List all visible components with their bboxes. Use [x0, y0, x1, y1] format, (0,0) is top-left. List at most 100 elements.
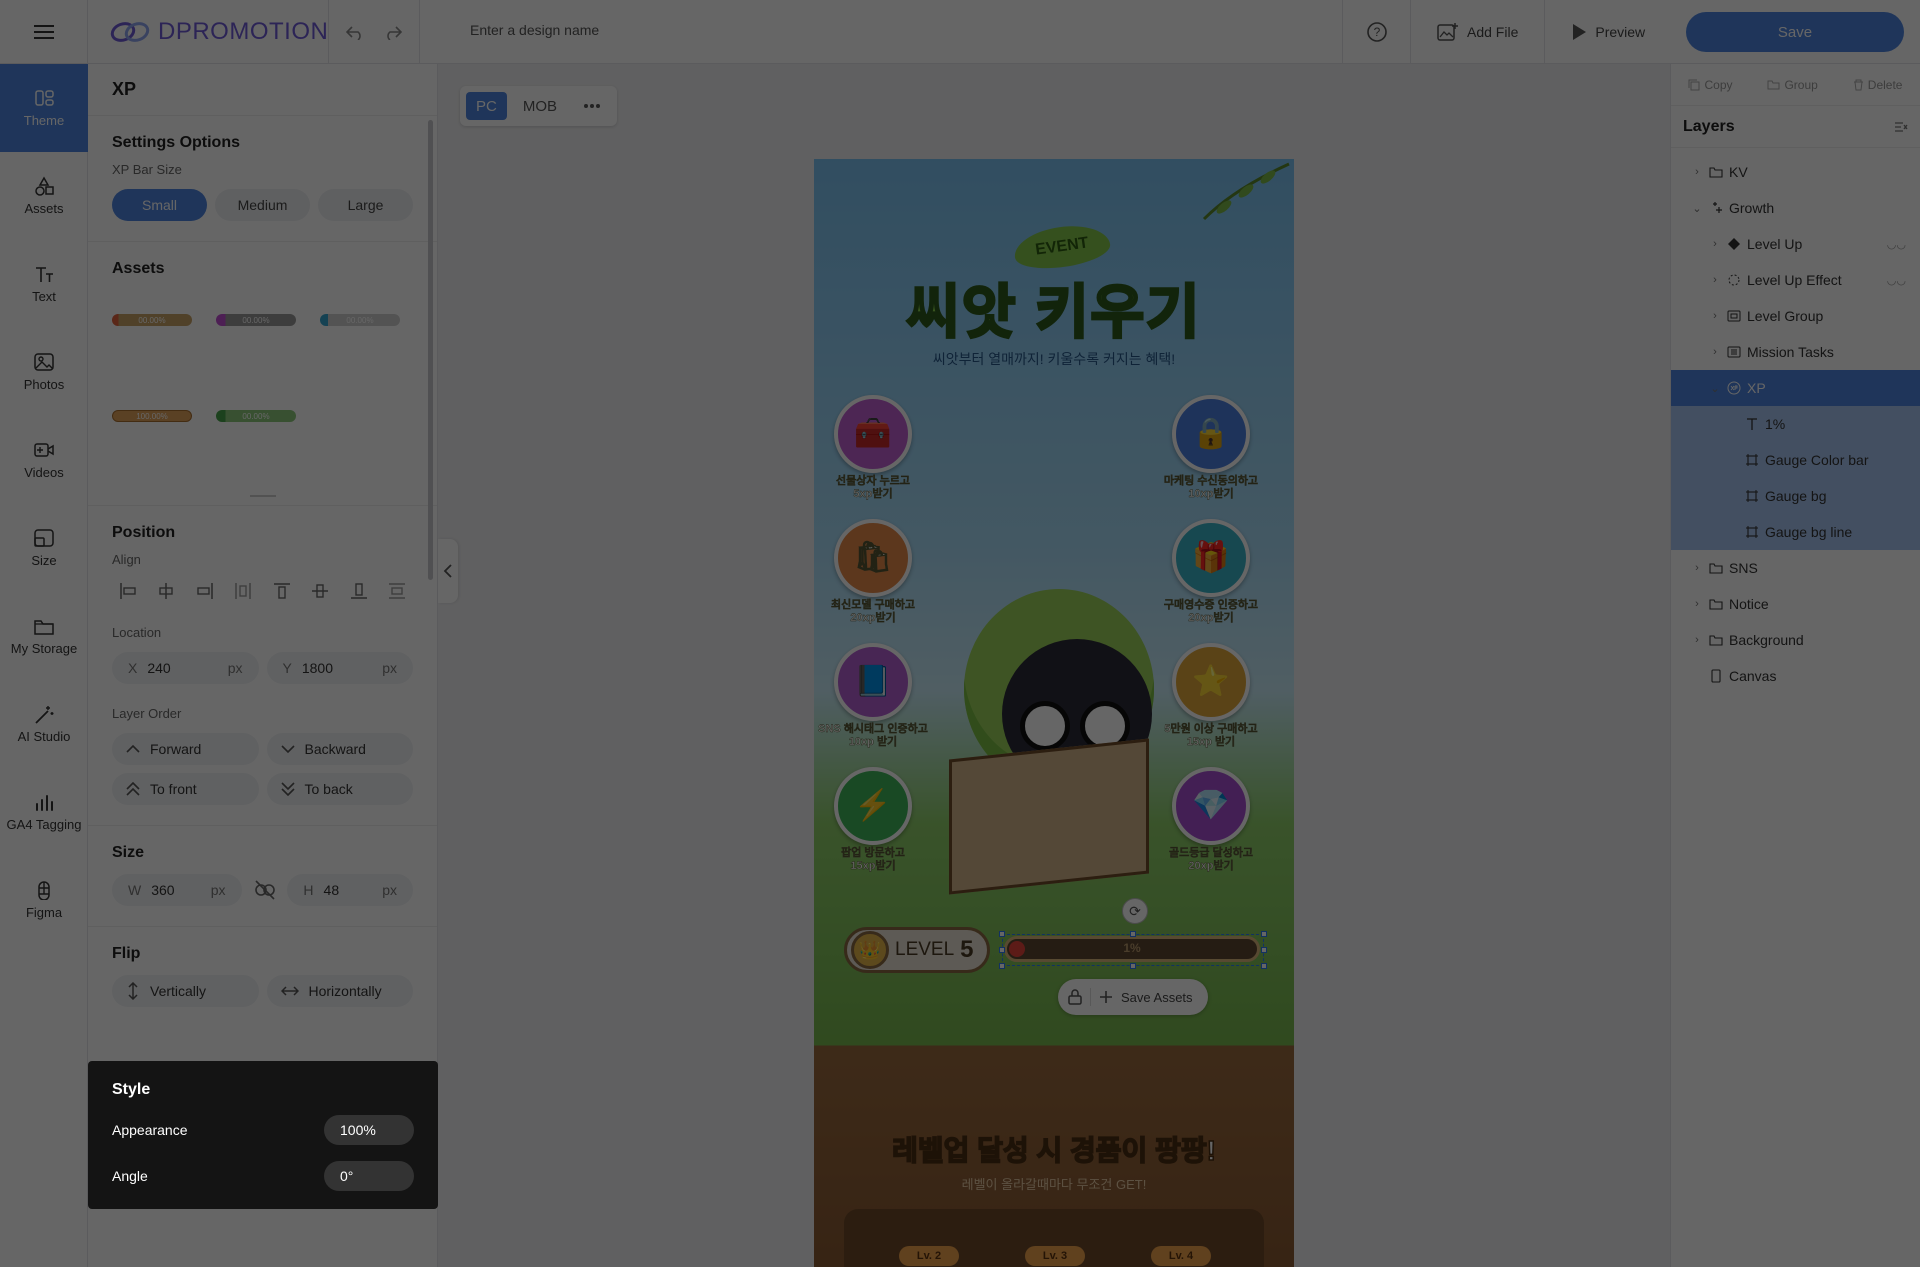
resize-handle-b[interactable]: [1130, 963, 1136, 969]
x-input[interactable]: X 240 px: [112, 652, 259, 684]
layer-level-up-effect[interactable]: › Level Up Effect ◡◡: [1671, 262, 1920, 298]
eye-closed-icon[interactable]: ◡◡: [1887, 274, 1906, 287]
chevron-right-icon[interactable]: ›: [1709, 346, 1721, 358]
group-button[interactable]: Group: [1767, 78, 1818, 92]
rail-item-my-storage[interactable]: My Storage: [0, 592, 88, 680]
resize-handle[interactable]: [250, 495, 276, 497]
align-right-icon[interactable]: [195, 581, 215, 601]
align-left-icon[interactable]: [118, 581, 138, 601]
rail-item-photos[interactable]: Photos: [0, 328, 88, 416]
eye-closed-icon[interactable]: ◡◡: [1887, 238, 1906, 251]
distribute-h-icon[interactable]: [233, 581, 253, 601]
chevron-right-icon[interactable]: ›: [1691, 634, 1703, 646]
y-input[interactable]: Y 1800 px: [266, 652, 413, 684]
layer-sns[interactable]: › SNS: [1671, 550, 1920, 586]
resize-handle-r[interactable]: [1261, 947, 1267, 953]
mission-item[interactable]: 📘 SNS 해시태그 인증하고 10xp 받기: [814, 643, 934, 749]
chevron-right-icon[interactable]: ›: [1691, 562, 1703, 574]
layer-gauge-bg-line[interactable]: Gauge bg line: [1671, 514, 1920, 550]
rail-item-text[interactable]: Text: [0, 240, 88, 328]
flip-vertical-button[interactable]: Vertically: [112, 975, 259, 1007]
layer-xp[interactable]: ⌄ XP: [1671, 370, 1920, 406]
mission-item[interactable]: ⭐ 5만원 이상 구매하고 15xp 받기: [1150, 643, 1272, 749]
resize-handle-tr[interactable]: [1261, 931, 1267, 937]
rail-item-assets[interactable]: Assets: [0, 152, 88, 240]
unlink-icon[interactable]: [252, 877, 278, 903]
resize-handle-l[interactable]: [999, 947, 1005, 953]
rail-item-ai-studio[interactable]: AI Studio: [0, 680, 88, 768]
panel-scrollbar[interactable]: [428, 120, 433, 580]
align-center-h-icon[interactable]: [156, 581, 176, 601]
mission-item[interactable]: 💎 골드등급 달성하고 20xp받기: [1150, 767, 1272, 873]
artboard[interactable]: EVENT 씨앗 키우기 씨앗부터 열매까지! 키울수록 커지는 혜택! 🧰 선물…: [814, 159, 1294, 1267]
chevron-right-icon[interactable]: ›: [1691, 598, 1703, 610]
layer-1[interactable]: 1%: [1671, 406, 1920, 442]
align-bottom-icon[interactable]: [349, 581, 369, 601]
resize-handle-br[interactable]: [1261, 963, 1267, 969]
asset-xp-bar-3[interactable]: 00.00%: [320, 314, 400, 326]
copy-button[interactable]: Copy: [1688, 78, 1733, 92]
save-assets-button[interactable]: Save Assets: [1058, 979, 1208, 1015]
height-input[interactable]: H 48 px: [287, 874, 413, 906]
mission-item[interactable]: 🔒 마케팅 수신동의하고 10xp받기: [1150, 395, 1272, 501]
forward-button[interactable]: Forward: [112, 733, 259, 765]
align-top-icon[interactable]: [272, 581, 292, 601]
menu-button[interactable]: [0, 0, 88, 64]
logo[interactable]: DPROMOTION: [110, 0, 328, 64]
mission-item[interactable]: 🧰 선물상자 누르고 5xp받기: [814, 395, 934, 501]
layer-canvas[interactable]: Canvas: [1671, 658, 1920, 694]
design-name-input[interactable]: Enter a design name: [470, 22, 599, 38]
mission-item[interactable]: 🎁 구매영수증 인증하고 20xp받기: [1150, 519, 1272, 625]
collapse-panel-button[interactable]: [438, 539, 458, 603]
resize-handle-t[interactable]: [1130, 931, 1136, 937]
rail-item-theme[interactable]: Theme: [0, 64, 88, 152]
layer-level-group[interactable]: › Level Group: [1671, 298, 1920, 334]
mission-item[interactable]: ⚡ 팝업 방문하고 15xp받기: [814, 767, 934, 873]
chevron-down-icon[interactable]: ⌄: [1691, 202, 1703, 215]
chevron-right-icon[interactable]: ›: [1709, 310, 1721, 322]
asset-xp-bar-2[interactable]: 00.00%: [216, 314, 296, 326]
rail-item-videos[interactable]: Videos: [0, 416, 88, 504]
redo-icon[interactable]: [383, 24, 403, 40]
delete-button[interactable]: Delete: [1853, 78, 1902, 92]
angle-input[interactable]: 0°: [324, 1161, 414, 1191]
resize-handle-bl[interactable]: [999, 963, 1005, 969]
rail-item-size[interactable]: Size: [0, 504, 88, 592]
backward-button[interactable]: Backward: [266, 733, 413, 765]
chevron-right-icon[interactable]: ›: [1691, 166, 1703, 178]
help-button[interactable]: ?: [1342, 0, 1410, 64]
asset-xp-bar-4[interactable]: 100.00%: [112, 410, 192, 422]
rail-item-ga4-tagging[interactable]: GA4 Tagging: [0, 768, 88, 856]
collapse-all-icon[interactable]: [1894, 121, 1908, 133]
layer-notice[interactable]: › Notice: [1671, 586, 1920, 622]
asset-xp-bar-1[interactable]: 00.00%: [112, 314, 192, 326]
device-pc[interactable]: PC: [466, 92, 507, 120]
rotate-handle[interactable]: ⟳: [1122, 898, 1148, 924]
undo-icon[interactable]: [345, 24, 365, 40]
to-back-button[interactable]: To back: [266, 773, 413, 805]
preview-button[interactable]: Preview: [1544, 0, 1671, 64]
add-file-button[interactable]: Add File: [1410, 0, 1544, 64]
size-option-large[interactable]: Large: [318, 189, 413, 221]
asset-xp-bar-5[interactable]: 00.00%: [216, 410, 296, 422]
distribute-v-icon[interactable]: [387, 581, 407, 601]
device-mob[interactable]: MOB: [513, 92, 567, 120]
layer-gauge-color-bar[interactable]: Gauge Color bar: [1671, 442, 1920, 478]
width-input[interactable]: W 360 px: [112, 874, 242, 906]
rail-item-figma[interactable]: Figma: [0, 856, 88, 944]
more-options-button[interactable]: [573, 92, 611, 120]
resize-handle-tl[interactable]: [999, 931, 1005, 937]
chevron-down-icon[interactable]: ⌄: [1709, 382, 1721, 395]
chevron-right-icon[interactable]: ›: [1709, 274, 1721, 286]
size-option-medium[interactable]: Medium: [215, 189, 310, 221]
flip-horizontal-button[interactable]: Horizontally: [266, 975, 413, 1007]
align-center-v-icon[interactable]: [310, 581, 330, 601]
selection-box[interactable]: [999, 931, 1267, 969]
layer-growth[interactable]: ⌄ Growth: [1671, 190, 1920, 226]
chevron-right-icon[interactable]: ›: [1709, 238, 1721, 250]
layer-background[interactable]: › Background: [1671, 622, 1920, 658]
layer-gauge-bg[interactable]: Gauge bg: [1671, 478, 1920, 514]
layer-level-up[interactable]: › Level Up ◡◡: [1671, 226, 1920, 262]
size-option-small[interactable]: Small: [112, 189, 207, 221]
appearance-input[interactable]: 100%: [324, 1115, 414, 1145]
